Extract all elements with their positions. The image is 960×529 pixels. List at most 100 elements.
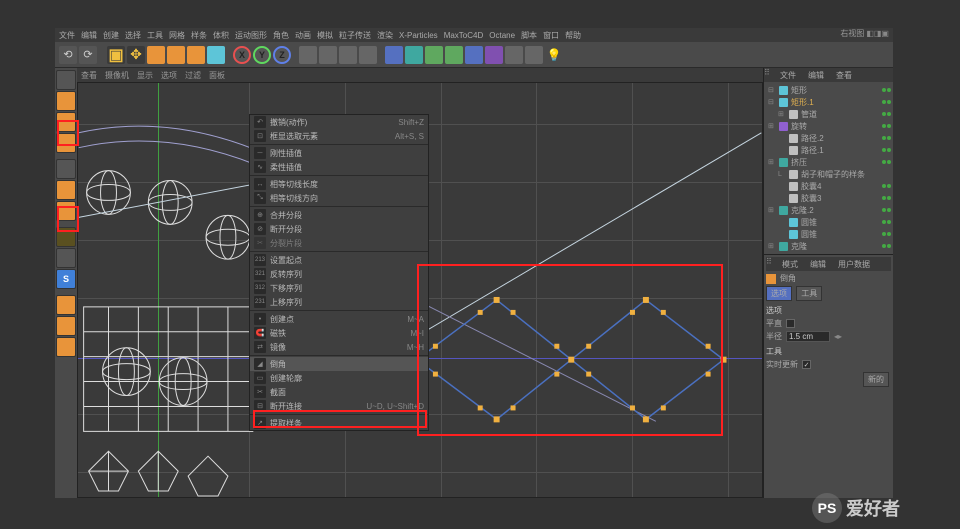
model-mode-icon[interactable]: [56, 91, 76, 111]
z-axis-toggle[interactable]: Z: [273, 46, 291, 64]
menu-item[interactable]: 样条: [191, 30, 207, 41]
menu-item[interactable]: 角色: [273, 30, 289, 41]
context-item-outline[interactable]: ▭创建轮廓: [250, 371, 428, 385]
menu-item[interactable]: X-Particles: [399, 31, 438, 40]
y-axis-toggle[interactable]: Y: [253, 46, 271, 64]
menu-item[interactable]: 窗口: [543, 30, 559, 41]
checkbox[interactable]: ✓: [802, 360, 811, 369]
tree-item[interactable]: 路径.2: [766, 132, 891, 144]
select-tool-icon[interactable]: ▣: [107, 46, 125, 64]
environment-icon[interactable]: [465, 46, 483, 64]
tree-item[interactable]: ⊞管道: [766, 108, 891, 120]
menu-item[interactable]: 体积: [213, 30, 229, 41]
tree-item[interactable]: 圆锥: [766, 228, 891, 240]
generator-icon[interactable]: [425, 46, 443, 64]
menu-item[interactable]: 粒子传送: [339, 30, 371, 41]
tab-file[interactable]: 文件: [774, 68, 802, 82]
attr-tab-tool[interactable]: 工具: [796, 286, 822, 301]
apply-button[interactable]: 新的: [863, 372, 889, 387]
viewport-menu-item[interactable]: 过滤: [185, 70, 201, 81]
viewport-menu-item[interactable]: 面板: [209, 70, 225, 81]
context-item[interactable]: ⤡相等切线方向: [250, 191, 428, 205]
object-tree[interactable]: ⊟矩形 ⊟矩形.1 ⊞管道 ⊞旋转 路径.2 路径.1 ⊞挤压 L胡子和帽子的样…: [764, 82, 893, 254]
scale-tool-icon[interactable]: [147, 46, 165, 64]
tree-item[interactable]: 胶囊3: [766, 192, 891, 204]
redo-button[interactable]: ⟳: [79, 46, 97, 64]
attr-tab[interactable]: 编辑: [804, 257, 832, 271]
spline-icon[interactable]: [405, 46, 423, 64]
attr-tab[interactable]: 用户数据: [832, 257, 876, 271]
snap-icon[interactable]: [56, 248, 76, 268]
attr-tab[interactable]: 模式: [776, 257, 804, 271]
camera-icon[interactable]: [485, 46, 503, 64]
points-mode-icon[interactable]: [56, 159, 76, 179]
context-item-create-point[interactable]: •创建点M~A: [250, 312, 428, 326]
tool-icon[interactable]: [56, 337, 76, 357]
context-item-frame[interactable]: ⊡框显选取元素Alt+S, S: [250, 129, 428, 143]
tree-item[interactable]: ⊟矩形: [766, 84, 891, 96]
context-item-magnet[interactable]: 🧲磁铁M~I: [250, 326, 428, 340]
picture-viewer-icon[interactable]: [339, 46, 357, 64]
tool-icon[interactable]: [359, 46, 377, 64]
tree-item[interactable]: ⊟矩形.1: [766, 96, 891, 108]
tree-item[interactable]: ⊞旋转: [766, 120, 891, 132]
tree-item[interactable]: 路径.1: [766, 144, 891, 156]
viewport-menu-item[interactable]: 摄像机: [105, 70, 129, 81]
context-item[interactable]: ⊕合并分段: [250, 208, 428, 222]
context-item-mirror[interactable]: ⇄镜像M~H: [250, 340, 428, 354]
viewport-menu-item[interactable]: 显示: [137, 70, 153, 81]
tree-item[interactable]: ⊞克隆.2: [766, 204, 891, 216]
context-item-chamfer[interactable]: ◢倒角: [250, 357, 428, 371]
context-item[interactable]: 231上移序列: [250, 295, 428, 309]
snap-settings-icon[interactable]: S: [56, 269, 76, 289]
menu-item[interactable]: 模拟: [317, 30, 333, 41]
tool-icon[interactable]: [525, 46, 543, 64]
tree-item[interactable]: ⊞克隆: [766, 240, 891, 252]
viewport-menu-item[interactable]: 查看: [81, 70, 97, 81]
render-settings-icon[interactable]: [319, 46, 337, 64]
menu-item[interactable]: 运动图形: [235, 30, 267, 41]
context-item-cross[interactable]: ✂截面: [250, 385, 428, 399]
tree-item[interactable]: ⊞挤压: [766, 156, 891, 168]
x-axis-toggle[interactable]: X: [233, 46, 251, 64]
tree-item[interactable]: 圆锥: [766, 216, 891, 228]
menu-item[interactable]: 动画: [295, 30, 311, 41]
rotate-tool-icon[interactable]: [167, 46, 185, 64]
make-editable-icon[interactable]: [56, 70, 76, 90]
menu-item[interactable]: 编辑: [81, 30, 97, 41]
menu-item[interactable]: 脚本: [521, 30, 537, 41]
menu-item[interactable]: 渲染: [377, 30, 393, 41]
viewport-menu-item[interactable]: 选项: [161, 70, 177, 81]
context-item[interactable]: 321反转序列: [250, 267, 428, 281]
context-item-undo[interactable]: ↶撤销(动作)Shift+Z: [250, 115, 428, 129]
checkbox[interactable]: [786, 319, 795, 328]
workplane-tool-icon[interactable]: [56, 295, 76, 315]
tool-icon[interactable]: [56, 316, 76, 336]
context-item[interactable]: ↔相等切线长度: [250, 177, 428, 191]
radius-input[interactable]: [786, 331, 830, 342]
viewport-ctrl-icon[interactable]: ◧◨▣: [866, 29, 889, 38]
tool-icon[interactable]: [207, 46, 225, 64]
edges-mode-icon[interactable]: [56, 180, 76, 200]
undo-button[interactable]: ⟲: [59, 46, 77, 64]
context-item[interactable]: ⊘断开分段: [250, 222, 428, 236]
context-item[interactable]: ∿柔性插值: [250, 160, 428, 174]
context-item[interactable]: ─刚性插值: [250, 146, 428, 160]
context-item[interactable]: ✂分裂片段: [250, 236, 428, 250]
tool-icon[interactable]: [505, 46, 523, 64]
tree-item[interactable]: L胡子和帽子的样条: [766, 168, 891, 180]
menu-item[interactable]: MaxToC4D: [444, 31, 484, 40]
tab-view[interactable]: 查看: [830, 68, 858, 82]
move-tool-icon[interactable]: ✥: [127, 46, 145, 64]
tree-item[interactable]: 胶囊4: [766, 180, 891, 192]
menu-item[interactable]: 选择: [125, 30, 141, 41]
context-item[interactable]: 312下移序列: [250, 281, 428, 295]
menu-item[interactable]: Octane: [489, 31, 515, 40]
context-item[interactable]: 213设置起点: [250, 253, 428, 267]
render-icon[interactable]: [299, 46, 317, 64]
primitive-cube-icon[interactable]: [385, 46, 403, 64]
tab-edit[interactable]: 编辑: [802, 68, 830, 82]
menu-item[interactable]: 帮助: [565, 30, 581, 41]
tool-icon[interactable]: [187, 46, 205, 64]
menu-item[interactable]: 工具: [147, 30, 163, 41]
